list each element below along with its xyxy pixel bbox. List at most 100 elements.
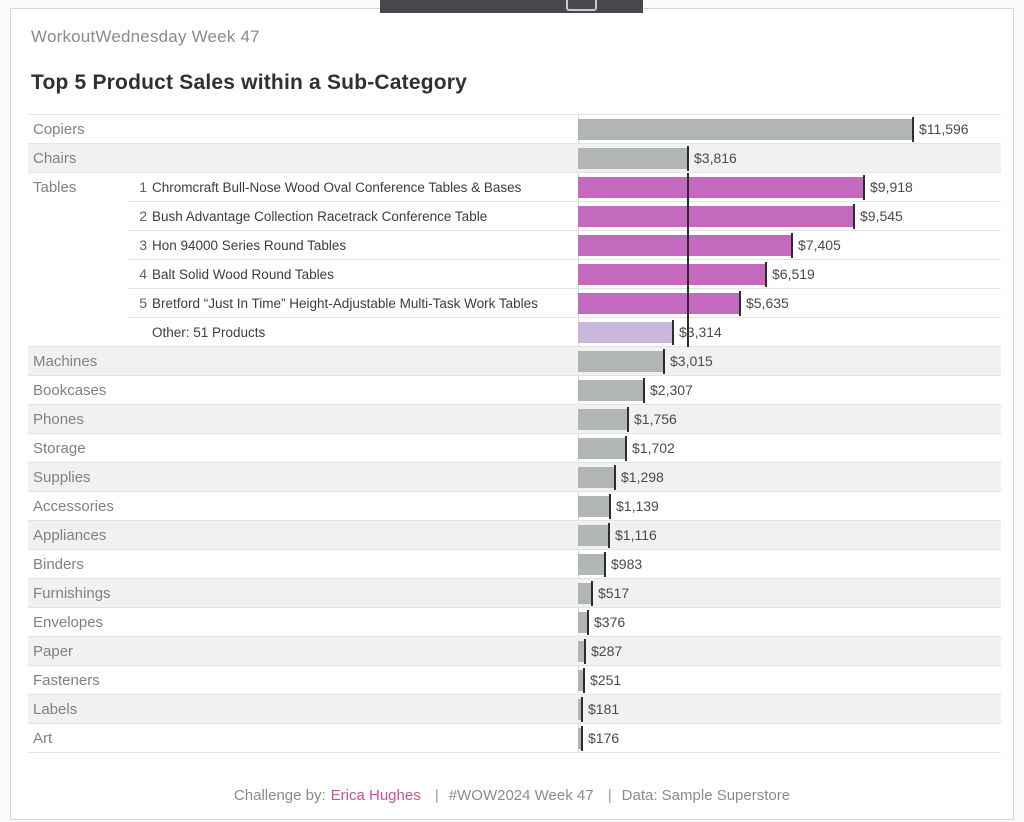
subcategory-label: Bookcases — [33, 376, 106, 405]
bar-end-tick — [687, 146, 689, 171]
subcategory-row-art[interactable]: Art$176 — [28, 724, 1001, 753]
subcategory-row-binders[interactable]: Binders$983 — [28, 550, 1001, 579]
sales-bar[interactable] — [578, 119, 914, 140]
subcategory-label: Storage — [33, 434, 86, 463]
subcategory-row-envelopes[interactable]: Envelopes $376 — [28, 608, 1001, 637]
bar-end-tick — [765, 262, 767, 287]
bar-end-tick — [609, 494, 611, 519]
subcategory-row-fasteners[interactable]: Fasteners $251 — [28, 666, 1001, 695]
separator: | — [435, 787, 439, 804]
bar-end-tick — [614, 465, 616, 490]
product-rank: 2 — [120, 202, 147, 231]
sales-bar[interactable] — [578, 293, 741, 314]
subcategory-label: Tables — [33, 173, 76, 202]
subcategory-row-supplies[interactable]: Supplies$1,298 — [28, 463, 1001, 492]
value-label: $181 — [588, 695, 619, 724]
bar-end-tick — [581, 726, 583, 751]
sales-bar[interactable] — [578, 206, 855, 227]
bar-end-tick — [608, 523, 610, 548]
subcategory-row-phones[interactable]: Phones $1,756 — [28, 405, 1001, 434]
sales-bar[interactable] — [578, 322, 674, 343]
value-label: $3,816 — [694, 144, 737, 173]
sales-bar[interactable] — [578, 148, 689, 169]
product-row-1[interactable]: Tables1Chromcraft Bull-Nose Wood Oval Co… — [28, 173, 1001, 202]
browser-toolbar-fragment — [380, 0, 643, 13]
author-link[interactable]: Erica Hughes — [331, 787, 421, 804]
subcategory-row-chairs[interactable]: Chairs $3,816 — [28, 144, 1001, 173]
value-label: $376 — [594, 608, 625, 637]
sales-bar[interactable] — [578, 438, 627, 459]
product-row-4[interactable]: 4Balt Solid Wood Round Tables$6,519 — [28, 260, 1001, 289]
product-row-2[interactable]: 2Bush Advantage Collection Racetrack Con… — [28, 202, 1001, 231]
product-name: Bretford “Just In Time” Height-Adjustabl… — [152, 289, 538, 318]
subcategory-label: Art — [33, 724, 52, 753]
value-label: $11,596 — [919, 115, 969, 144]
subcategory-label: Copiers — [33, 115, 85, 144]
sales-bar[interactable] — [578, 351, 665, 372]
bar-end-tick — [584, 639, 586, 664]
value-label: $6,519 — [772, 260, 815, 289]
subcategory-label: Chairs — [33, 144, 76, 173]
subcategory-row-accessories[interactable]: Accessories $1,139 — [28, 492, 1001, 521]
subcategory-label: Accessories — [33, 492, 114, 521]
sales-bar[interactable] — [578, 467, 616, 488]
sales-bar[interactable] — [578, 264, 767, 285]
product-rank: 3 — [120, 231, 147, 260]
sales-bar[interactable] — [578, 409, 629, 430]
subcategory-label: Supplies — [33, 463, 91, 492]
value-label: $251 — [590, 666, 621, 695]
bar-end-tick — [587, 610, 589, 635]
product-rank: 5 — [120, 289, 147, 318]
value-label: $3,015 — [670, 347, 713, 376]
value-label: $1,756 — [634, 405, 677, 434]
bar-end-tick — [604, 552, 606, 577]
bar-end-tick — [627, 407, 629, 432]
subcategory-row-bookcases[interactable]: Bookcases $2,307 — [28, 376, 1001, 405]
workbook-title: WorkoutWednesday Week 47 — [31, 27, 260, 47]
challenge-label: Challenge by: — [234, 787, 326, 804]
subcategory-row-furnishings[interactable]: Furnishings$517 — [28, 579, 1001, 608]
subcategory-label: Phones — [33, 405, 84, 434]
value-label: $2,307 — [650, 376, 693, 405]
subcategory-row-appliances[interactable]: Appliances $1,116 — [28, 521, 1001, 550]
week-tag: #WOW2024 Week 47 — [449, 787, 594, 804]
value-label: $287 — [591, 637, 622, 666]
value-label: $517 — [598, 579, 629, 608]
subcategory-label: Fasteners — [33, 666, 100, 695]
sales-bar[interactable] — [578, 380, 645, 401]
subcategory-row-copiers[interactable]: Copiers $11,596 — [28, 115, 1001, 144]
subcategory-row-paper[interactable]: Paper$287 — [28, 637, 1001, 666]
subcategory-label: Machines — [33, 347, 97, 376]
data-source: Data: Sample Superstore — [622, 787, 790, 804]
row-divider — [28, 752, 1001, 753]
footer-credit: Challenge by: Erica Hughes | #WOW2024 Week… — [11, 787, 1013, 804]
sales-bar[interactable] — [578, 554, 606, 575]
bar-end-tick — [739, 291, 741, 316]
subcategory-label: Binders — [33, 550, 84, 579]
sales-bar[interactable] — [578, 235, 793, 256]
subcategory-label: Labels — [33, 695, 77, 724]
subcategory-label: Appliances — [33, 521, 106, 550]
product-name: Balt Solid Wood Round Tables — [152, 260, 334, 289]
separator: | — [608, 787, 612, 804]
sales-bar[interactable] — [578, 177, 865, 198]
value-label: $1,139 — [616, 492, 659, 521]
dashboard-page: WorkoutWednesday Week 47 Top 5 Product S… — [10, 8, 1014, 820]
bar-end-tick — [791, 233, 793, 258]
product-name: Chromcraft Bull-Nose Wood Oval Conferenc… — [152, 173, 521, 202]
value-label: $5,635 — [746, 289, 789, 318]
toolbar-button[interactable] — [566, 0, 597, 11]
value-label: $1,116 — [615, 521, 657, 550]
product-row-3[interactable]: 3Hon 94000 Series Round Tables$7,405 — [28, 231, 1001, 260]
product-row-other[interactable]: Other: 51 Products$3,314 — [28, 318, 1001, 347]
value-label: $9,545 — [860, 202, 903, 231]
bar-end-tick — [912, 117, 914, 142]
subcategory-label: Envelopes — [33, 608, 103, 637]
subcategory-row-storage[interactable]: Storage$1,702 — [28, 434, 1001, 463]
subcategory-row-labels[interactable]: Labels $181 — [28, 695, 1001, 724]
product-name: Hon 94000 Series Round Tables — [152, 231, 346, 260]
sales-bar[interactable] — [578, 496, 611, 517]
product-row-5[interactable]: 5Bretford “Just In Time” Height-Adjustab… — [28, 289, 1001, 318]
subcategory-row-machines[interactable]: Machines $3,015 — [28, 347, 1001, 376]
sales-bar[interactable] — [578, 525, 610, 546]
